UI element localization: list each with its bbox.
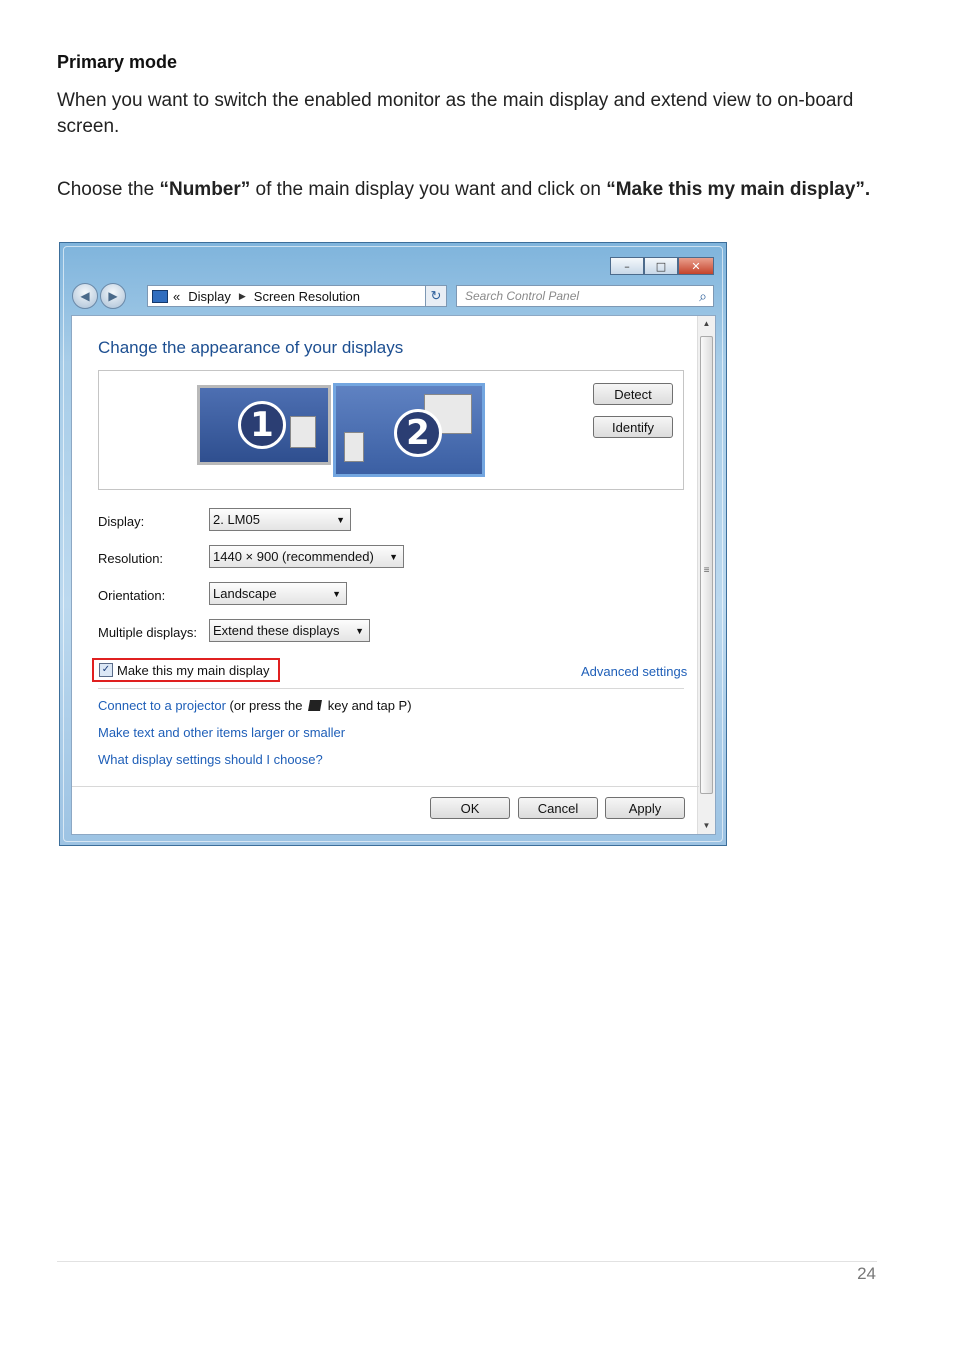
- page-title: Change the appearance of your displays: [98, 338, 404, 357]
- display-arrangement-area: 1 2 Detect Identify: [98, 370, 684, 490]
- breadcrumb-screen-resolution[interactable]: Screen Resolution: [254, 289, 360, 304]
- breadcrumb-separator-icon[interactable]: ▶: [239, 291, 246, 302]
- vertical-scrollbar[interactable]: ▲ ≡ ▼: [697, 316, 715, 834]
- forward-button[interactable]: ▶: [100, 283, 126, 309]
- instruction-part-2: of the main display you want and click o…: [250, 179, 607, 200]
- footer-rule: [57, 1261, 877, 1262]
- chevron-down-icon: ▼: [332, 588, 341, 599]
- monitor-1-window-thumbnail: [290, 416, 316, 448]
- main-display-checkbox[interactable]: ✓: [99, 663, 113, 677]
- resolution-select-value: 1440 × 900 (recommended): [213, 549, 374, 564]
- detect-button[interactable]: Detect: [593, 383, 673, 405]
- address-bar[interactable]: « Display ▶ Screen Resolution ▼: [147, 285, 447, 307]
- projector-text-a: (or press the: [225, 698, 307, 713]
- monitor-2-number: 2: [394, 409, 442, 457]
- main-display-highlight[interactable]: ✓ Make this my main display: [92, 658, 280, 682]
- minimize-button[interactable]: –: [610, 257, 644, 275]
- display-label: Display:: [98, 514, 145, 529]
- caption-buttons: – □ ✕: [610, 257, 714, 275]
- intro-paragraph: When you want to switch the enabled moni…: [57, 90, 854, 137]
- chevron-down-icon: ▼: [336, 514, 345, 525]
- chevron-down-icon: ▼: [355, 625, 364, 636]
- instruction-number-emphasis: “Number”: [159, 179, 251, 200]
- display-select-value: 2. LM05: [213, 512, 260, 527]
- scroll-grip-icon: ≡: [703, 564, 710, 576]
- scroll-down-icon[interactable]: ▼: [698, 818, 715, 834]
- multiple-displays-select[interactable]: Extend these displays ▼: [209, 619, 370, 642]
- search-icon[interactable]: ⌕: [699, 288, 707, 305]
- text-size-link[interactable]: Make text and other items larger or smal…: [98, 725, 345, 740]
- orientation-select-value: Landscape: [213, 586, 277, 601]
- ok-button[interactable]: OK: [430, 797, 510, 819]
- back-button[interactable]: ◀: [72, 283, 98, 309]
- chevron-down-icon: ▼: [389, 551, 398, 562]
- search-placeholder: Search Control Panel: [465, 289, 580, 303]
- identify-button[interactable]: Identify: [593, 416, 673, 438]
- instruction-part-1: Choose the: [57, 179, 160, 200]
- address-chevrons[interactable]: «: [173, 289, 180, 304]
- scroll-up-icon[interactable]: ▲: [698, 316, 715, 332]
- breadcrumb-display[interactable]: Display: [188, 289, 231, 304]
- maximize-button[interactable]: □: [644, 257, 678, 275]
- search-input[interactable]: Search Control Panel ⌕: [456, 285, 714, 307]
- monitor-1-number: 1: [238, 401, 286, 449]
- projector-link[interactable]: Connect to a projector: [98, 698, 226, 713]
- footer-divider: [72, 786, 699, 787]
- resolution-label: Resolution:: [98, 551, 164, 566]
- advanced-settings-link[interactable]: Advanced settings: [581, 664, 687, 679]
- multiple-displays-select-value: Extend these displays: [213, 623, 340, 638]
- page-number: 24: [857, 1264, 876, 1283]
- divider: [98, 688, 684, 689]
- instruction-main-display-emphasis: “Make this my main display”.: [606, 179, 871, 200]
- close-button[interactable]: ✕: [678, 257, 714, 275]
- apply-button[interactable]: Apply: [605, 797, 685, 819]
- screen-resolution-window: – □ ✕ ◀ ▶ « Display ▶ Screen Resolution …: [59, 242, 727, 846]
- content-pane: ▲ ≡ ▼ Change the appearance of your disp…: [71, 315, 716, 835]
- projector-line: Connect to a projector (or press the key…: [98, 698, 412, 713]
- orientation-label: Orientation:: [98, 588, 166, 603]
- nav-buttons: ◀ ▶: [72, 283, 128, 309]
- resolution-select[interactable]: 1440 × 900 (recommended) ▼: [209, 545, 404, 568]
- monitor-2-tile[interactable]: 2: [333, 383, 485, 477]
- monitor-2-small-thumbnail: [344, 432, 364, 462]
- orientation-select[interactable]: Landscape ▼: [209, 582, 347, 605]
- cancel-button[interactable]: Cancel: [518, 797, 598, 819]
- instruction-paragraph: Choose the “Number” of the main display …: [57, 177, 877, 203]
- multiple-displays-label: Multiple displays:: [98, 625, 197, 640]
- refresh-button[interactable]: ↻: [425, 285, 447, 307]
- display-control-panel-icon: [152, 289, 168, 303]
- projector-text-b: key and tap P): [324, 698, 412, 713]
- monitor-1-tile[interactable]: 1: [197, 385, 331, 465]
- windows-key-icon: [308, 700, 323, 711]
- section-heading: Primary mode: [57, 52, 178, 72]
- main-display-checkbox-label[interactable]: Make this my main display: [117, 663, 269, 678]
- help-link[interactable]: What display settings should I choose?: [98, 752, 323, 767]
- display-select[interactable]: 2. LM05 ▼: [209, 508, 351, 531]
